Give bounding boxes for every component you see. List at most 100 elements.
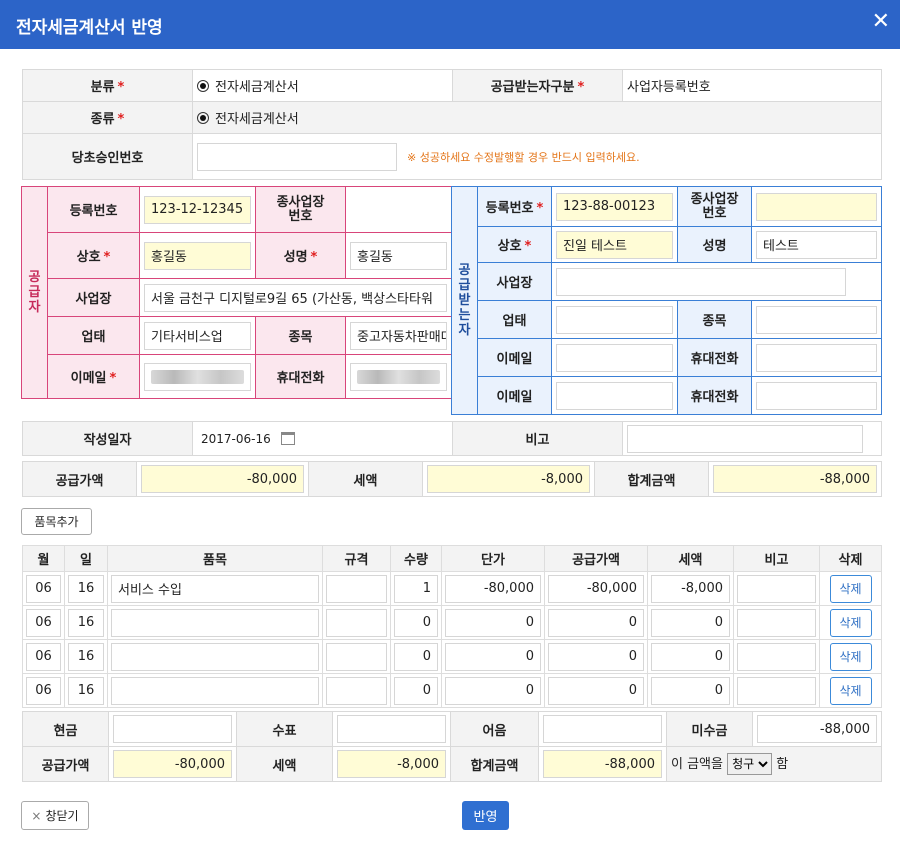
totals-tax-input[interactable]: -8,000 — [427, 465, 590, 493]
month-input[interactable]: 06 — [26, 676, 61, 705]
buyer-email2-input[interactable] — [556, 381, 673, 410]
supplier-name-input[interactable]: 홍길동 — [350, 241, 447, 270]
category-radio[interactable]: 전자세금계산서 — [192, 69, 453, 102]
item-row: 06 16 0 0 0 0 삭제 — [22, 673, 882, 708]
totals-supply-input[interactable]: -80,000 — [141, 465, 304, 493]
supplier-biz-type-input[interactable]: 기타서비스업 — [144, 321, 251, 350]
buyer-phone2-input[interactable] — [756, 381, 877, 410]
month-input[interactable]: 06 — [26, 574, 61, 603]
day-input[interactable]: 16 — [68, 676, 104, 705]
pay-total-input[interactable]: -88,000 — [543, 750, 662, 778]
item-name-input[interactable]: 서비스 수입 — [111, 574, 319, 603]
memo-input[interactable] — [627, 424, 863, 453]
supplier-reg-no-input[interactable]: 123-12-12345 — [144, 195, 251, 224]
spec-input[interactable] — [326, 574, 387, 603]
tax-input[interactable]: 0 — [651, 676, 730, 705]
month-input[interactable]: 06 — [26, 642, 61, 671]
supplier-phone-input[interactable] — [350, 362, 447, 391]
redacted-phone — [357, 369, 440, 384]
item-name-input[interactable] — [111, 676, 319, 705]
bill-input[interactable] — [543, 715, 662, 743]
date-cell: 2017-06-16 — [192, 421, 453, 456]
totals-supply-cell: -80,000 — [136, 461, 309, 497]
item-cell: 16 — [64, 639, 108, 674]
buyer-name-cell: 테스트 — [751, 226, 882, 263]
supplier-address-input[interactable]: 서울 금천구 디지털로9길 65 (가산동, 백상스타타워 — [144, 283, 447, 312]
orig-approval-input[interactable] — [197, 142, 397, 171]
supply-input[interactable]: 0 — [548, 676, 644, 705]
buyer-sub-biz-cell — [751, 186, 882, 227]
buyer-email-input[interactable] — [556, 343, 673, 372]
spec-input[interactable] — [326, 642, 387, 671]
buyer-phone-cell — [751, 338, 882, 377]
delete-row-button[interactable]: 삭제 — [829, 574, 872, 603]
delete-row-button[interactable]: 삭제 — [829, 676, 872, 705]
kind-radio[interactable]: 전자세금계산서 — [192, 101, 882, 134]
apply-button[interactable]: 반영 — [462, 801, 509, 830]
credit-input[interactable]: -88,000 — [757, 715, 877, 743]
supply-input[interactable]: 0 — [548, 642, 644, 671]
price-input[interactable]: -80,000 — [445, 574, 541, 603]
memo-input[interactable] — [737, 608, 816, 637]
day-input[interactable]: 16 — [68, 608, 104, 637]
check-label: 수표 — [236, 711, 333, 747]
qty-input[interactable]: 0 — [394, 676, 438, 705]
buyer-company-input[interactable]: 진일 테스트 — [556, 230, 673, 259]
close-window-button[interactable]: × 창닫기 — [21, 801, 89, 830]
item-cell — [733, 673, 820, 708]
item-cell: 0 — [390, 639, 442, 674]
memo-input[interactable] — [737, 574, 816, 603]
buyer-biz-type-input[interactable] — [556, 305, 673, 334]
day-input[interactable]: 16 — [68, 574, 104, 603]
memo-input[interactable] — [737, 676, 816, 705]
buyer-name-input[interactable]: 테스트 — [756, 230, 877, 259]
check-input[interactable] — [337, 715, 446, 743]
supplier-email-input[interactable] — [144, 362, 251, 391]
item-name-input[interactable] — [111, 608, 319, 637]
item-cell: -8,000 — [647, 571, 734, 606]
close-icon[interactable]: ✕ — [872, 9, 890, 34]
claim-select[interactable]: 청구 — [727, 753, 773, 775]
qty-input[interactable]: 1 — [394, 574, 438, 603]
totals-total-input[interactable]: -88,000 — [713, 465, 877, 493]
add-item-button[interactable]: 품목추가 — [21, 508, 92, 535]
item-name-input[interactable] — [111, 642, 319, 671]
radio-selected-icon[interactable] — [197, 112, 209, 124]
supplier-phone-label: 휴대전화 — [255, 354, 346, 399]
redacted-email — [151, 369, 244, 384]
spec-input[interactable] — [326, 608, 387, 637]
price-input[interactable]: 0 — [445, 676, 541, 705]
buyer-sub-biz-input[interactable] — [756, 192, 877, 221]
tax-input[interactable]: 0 — [651, 642, 730, 671]
buyer-biz-item-input[interactable] — [756, 305, 877, 334]
buyer-phone-input[interactable] — [756, 343, 877, 372]
buyer-reg-no-input[interactable]: 123-88-00123 — [556, 192, 673, 221]
pay-supply-input[interactable]: -80,000 — [113, 750, 232, 778]
buyer-phone-label: 휴대전화 — [677, 338, 752, 377]
calendar-icon[interactable] — [281, 432, 295, 445]
tax-input[interactable]: 0 — [651, 608, 730, 637]
qty-input[interactable]: 0 — [394, 608, 438, 637]
delete-row-button[interactable]: 삭제 — [829, 608, 872, 637]
price-input[interactable]: 0 — [445, 608, 541, 637]
day-input[interactable]: 16 — [68, 642, 104, 671]
memo-input[interactable] — [737, 642, 816, 671]
radio-selected-icon[interactable] — [197, 80, 209, 92]
supplier-table: 공급자 등록번호 123-12-12345 종사업장 번호 상호 * 홍길동 성명… — [21, 186, 452, 399]
bill-cell — [538, 711, 667, 747]
qty-input[interactable]: 0 — [394, 642, 438, 671]
price-input[interactable]: 0 — [445, 642, 541, 671]
tax-input[interactable]: -8,000 — [651, 574, 730, 603]
supplier-company-input[interactable]: 홍길동 — [144, 241, 251, 270]
spec-input[interactable] — [326, 676, 387, 705]
buyer-phone2-cell — [751, 376, 882, 415]
supply-input[interactable]: -80,000 — [548, 574, 644, 603]
date-input[interactable]: 2017-06-16 — [197, 424, 277, 453]
month-input[interactable]: 06 — [26, 608, 61, 637]
pay-tax-input[interactable]: -8,000 — [337, 750, 446, 778]
supplier-biz-item-input[interactable]: 중고자동차판매대행 — [350, 321, 447, 350]
buyer-address-input[interactable] — [556, 267, 846, 296]
supply-input[interactable]: 0 — [548, 608, 644, 637]
cash-input[interactable] — [113, 715, 232, 743]
delete-row-button[interactable]: 삭제 — [829, 642, 872, 671]
